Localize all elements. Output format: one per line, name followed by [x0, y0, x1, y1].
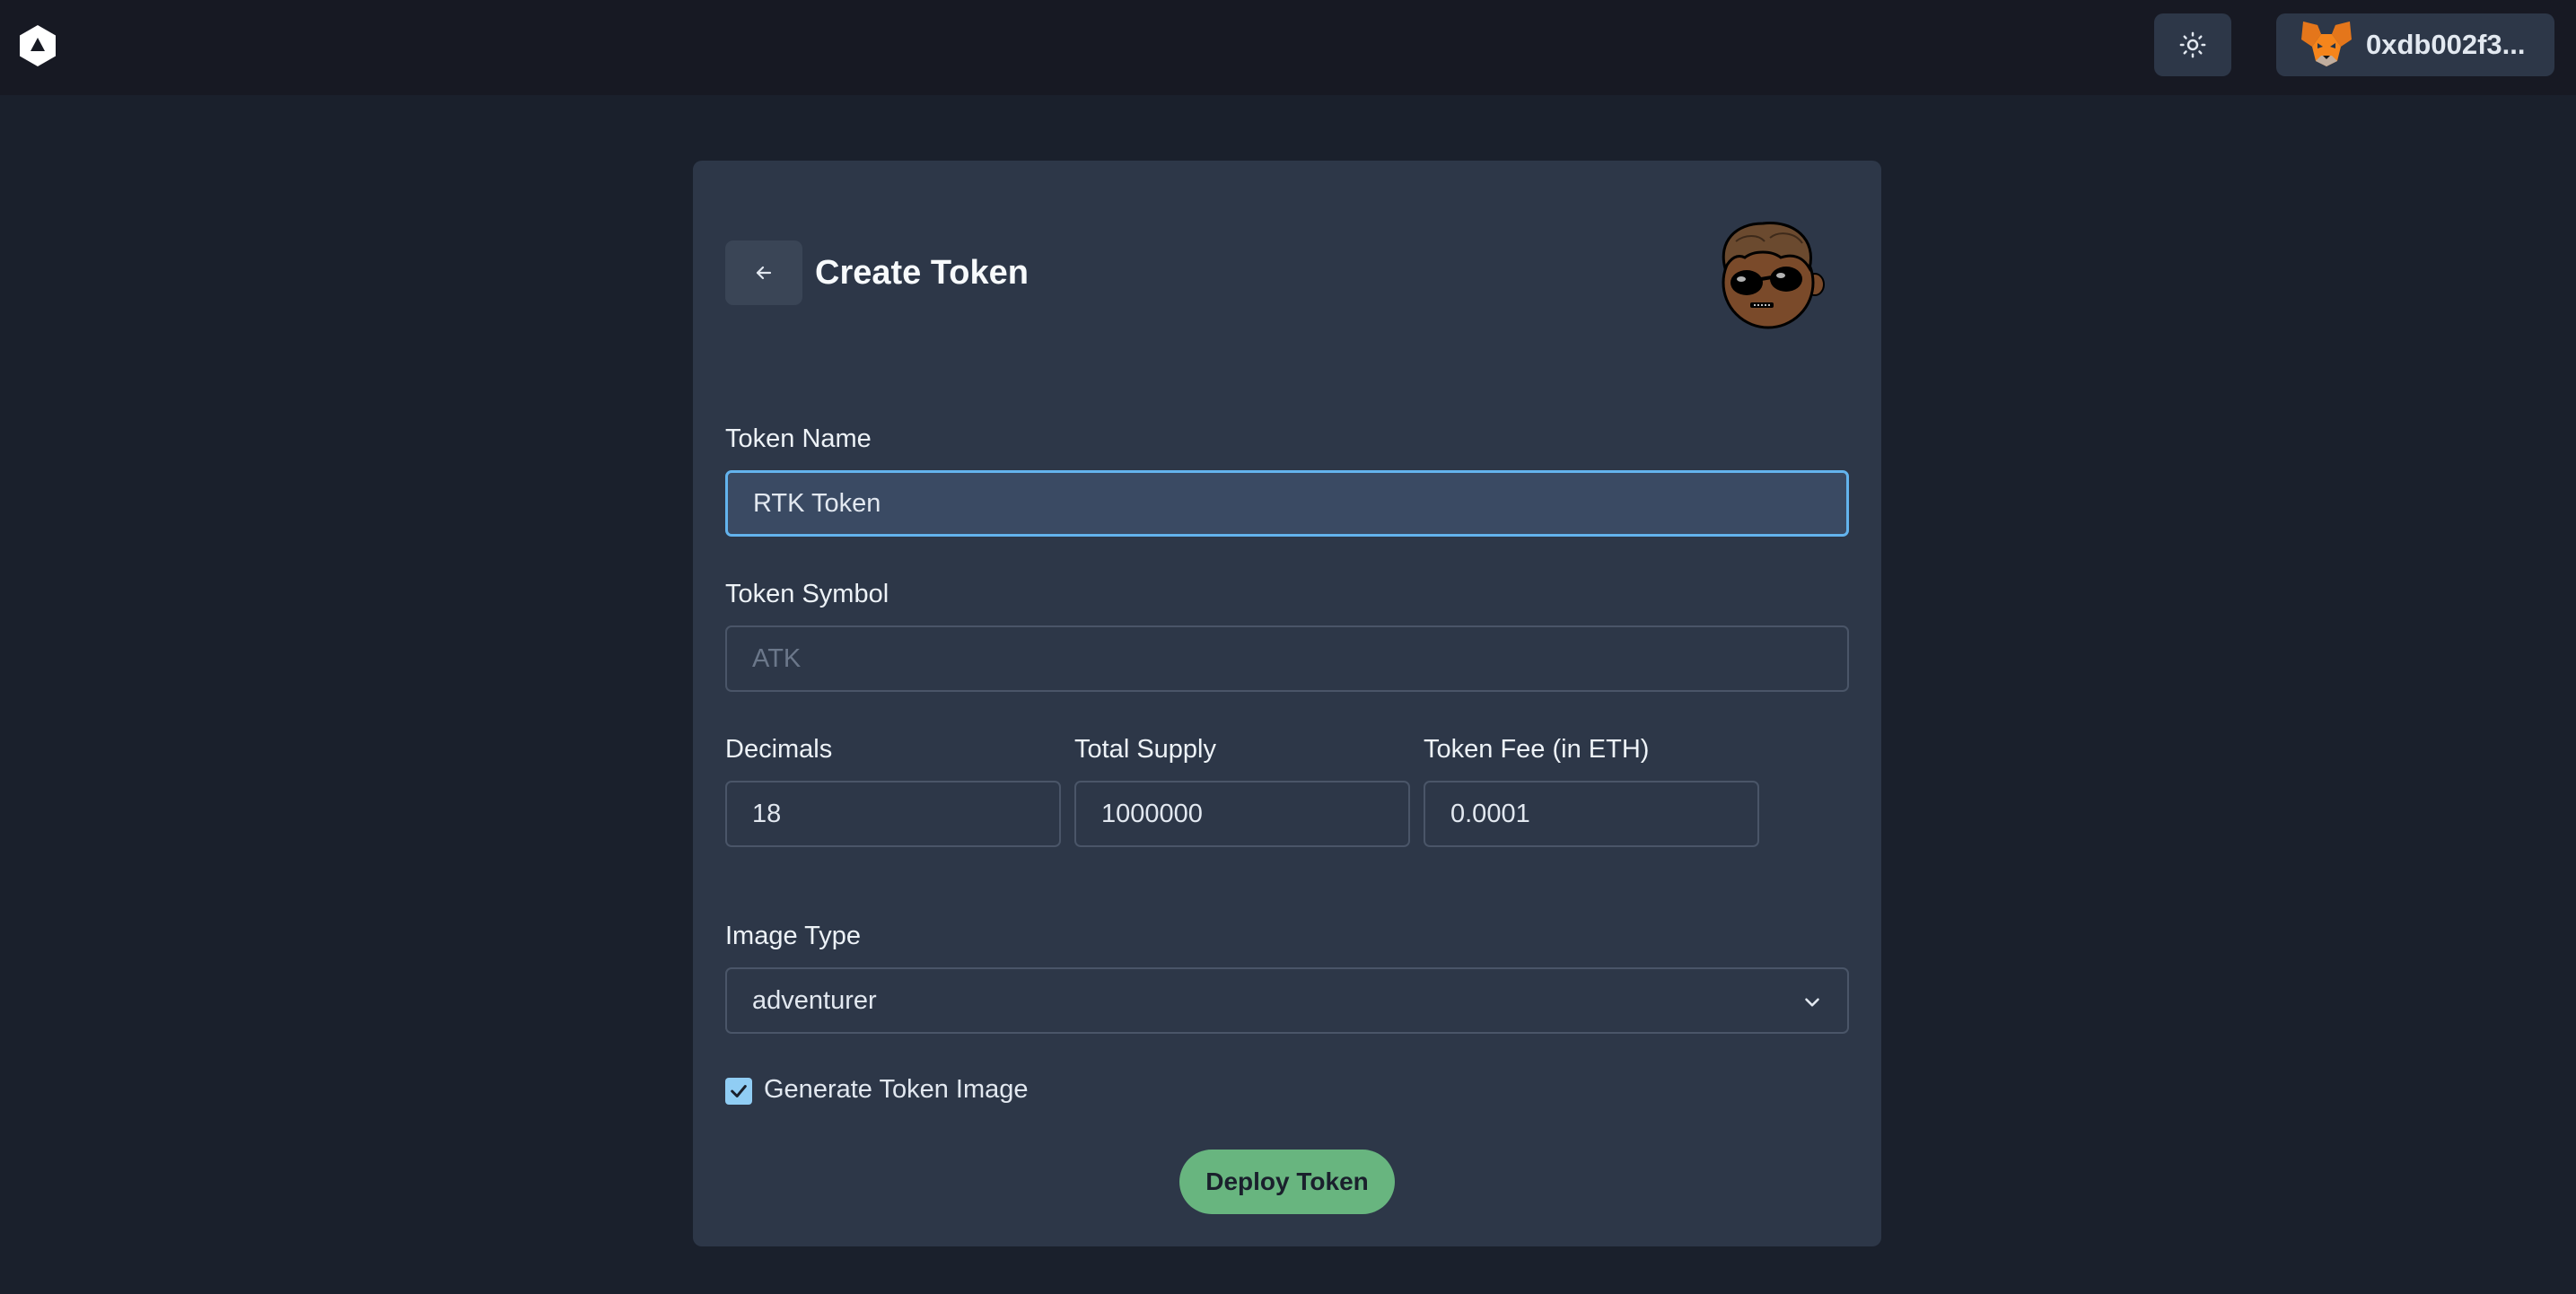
token-fee-label: Token Fee (in ETH)	[1424, 735, 1650, 764]
token-symbol-label: Token Symbol	[725, 580, 889, 608]
chevron-down-icon	[1805, 998, 1819, 1007]
generate-image-label[interactable]: Generate Token Image	[764, 1075, 1029, 1105]
token-name-input[interactable]	[725, 470, 1849, 537]
decimals-input[interactable]	[725, 781, 1061, 847]
generate-image-checkbox[interactable]	[725, 1078, 752, 1105]
total-supply-input[interactable]	[1074, 781, 1410, 847]
create-token-card: Create Token Token Name Token Symbol Dec…	[693, 161, 1881, 1246]
token-avatar-icon	[1722, 222, 1825, 329]
token-fee-input[interactable]	[1424, 781, 1759, 847]
token-symbol-input[interactable]	[725, 625, 1849, 692]
metamask-fox-icon	[2301, 22, 2352, 66]
image-type-label: Image Type	[725, 922, 862, 950]
sun-icon	[2179, 31, 2206, 58]
page-title: Create Token	[815, 254, 1029, 292]
arrow-left-icon	[756, 266, 772, 280]
deploy-token-button[interactable]: Deploy Token	[1179, 1150, 1395, 1214]
back-button[interactable]	[725, 240, 802, 305]
total-supply-label: Total Supply	[1074, 735, 1216, 764]
theme-toggle-button[interactable]	[2154, 13, 2231, 76]
top-navbar: 0xdb002f3...	[0, 0, 2576, 95]
image-type-select[interactable]: adventurer	[725, 967, 1849, 1034]
hexagon-logo-icon[interactable]	[16, 23, 59, 66]
wallet-address: 0xdb002f3...	[2366, 29, 2526, 60]
checkmark-icon	[731, 1085, 747, 1097]
wallet-button[interactable]: 0xdb002f3...	[2276, 13, 2554, 76]
decimals-label: Decimals	[725, 735, 833, 764]
token-name-label: Token Name	[725, 424, 872, 453]
image-type-selected-value: adventurer	[752, 985, 877, 1015]
